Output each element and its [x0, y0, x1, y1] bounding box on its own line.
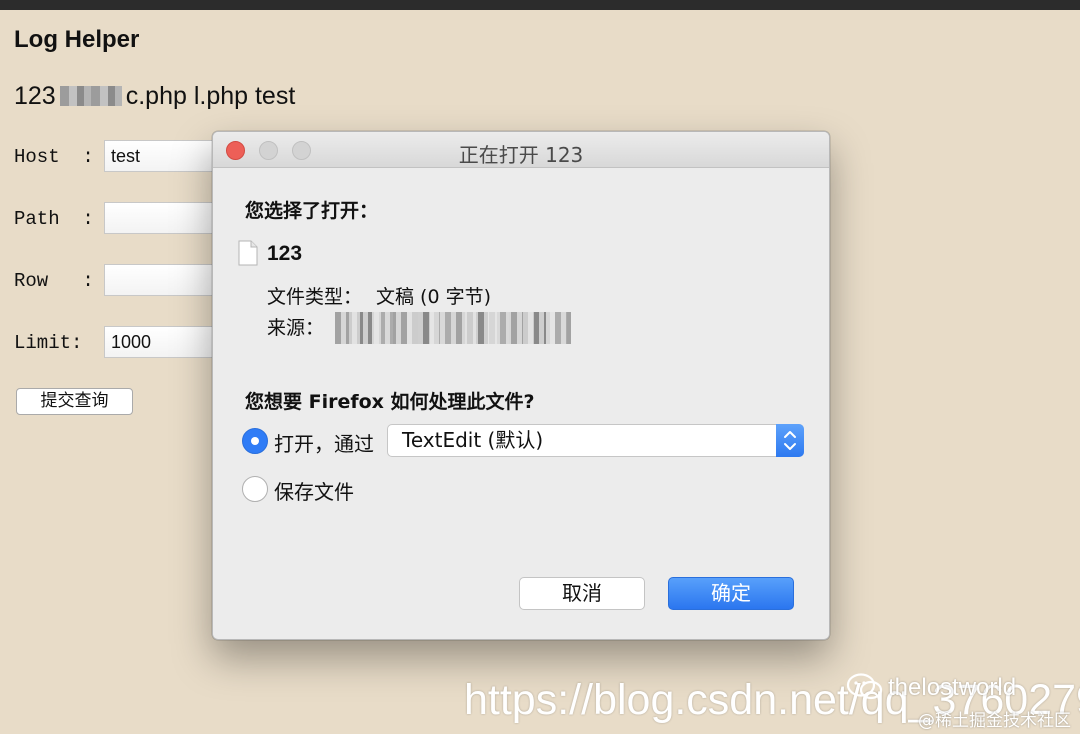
file-type-row: 文件类型： 文稿 (0 字节) — [267, 282, 491, 309]
source-label: 来源： — [267, 317, 325, 339]
dialog-title: 正在打开 123 — [458, 143, 584, 167]
limit-label: Limit: — [14, 332, 83, 354]
file-name: 123 — [267, 242, 303, 265]
question-heading: 您想要 Firefox 如何处理此文件? — [245, 391, 535, 413]
redacted-source — [335, 312, 571, 344]
watermark-brand: thelostworld — [888, 674, 1017, 701]
subtitle-prefix: 123 — [14, 82, 56, 110]
page-subtitle: 123 c.php l.php test — [14, 82, 295, 111]
file-type-label: 文件类型： — [267, 286, 363, 308]
redacted-text — [59, 86, 122, 106]
row-label: Row : — [14, 270, 94, 292]
host-label: Host : — [14, 146, 94, 168]
path-label: Path : — [14, 208, 94, 230]
document-icon — [238, 240, 258, 266]
subtitle-suffix: c.php l.php test — [125, 82, 296, 110]
application-select[interactable]: TextEdit (默认) — [387, 424, 804, 457]
page-title: Log Helper — [14, 26, 140, 53]
save-file-label[interactable]: 保存文件 — [274, 476, 354, 505]
open-file-dialog: 正在打开 123 您选择了打开： 123 文件类型： 文稿 (0 字节) 来源： … — [212, 131, 830, 640]
ok-button[interactable]: 确定 — [668, 577, 794, 610]
selected-application: TextEdit (默认) — [402, 428, 544, 452]
updown-chevron-icon — [784, 431, 796, 450]
browser-top-bar — [0, 0, 1080, 10]
file-type-value: 文稿 (0 字节) — [376, 286, 492, 308]
wechat-icon — [846, 673, 883, 700]
dialog-titlebar: 正在打开 123 — [213, 132, 829, 168]
chose-heading: 您选择了打开： — [245, 200, 379, 222]
open-with-radio[interactable] — [242, 428, 268, 454]
watermark-site: @稀土掘金技术社区 — [918, 711, 1071, 731]
select-stepper[interactable] — [776, 424, 804, 457]
save-file-radio[interactable] — [242, 476, 268, 502]
open-with-label[interactable]: 打开，通过 — [274, 428, 374, 457]
cancel-button[interactable]: 取消 — [519, 577, 645, 610]
submit-query-button[interactable]: 提交查询 — [16, 388, 133, 415]
